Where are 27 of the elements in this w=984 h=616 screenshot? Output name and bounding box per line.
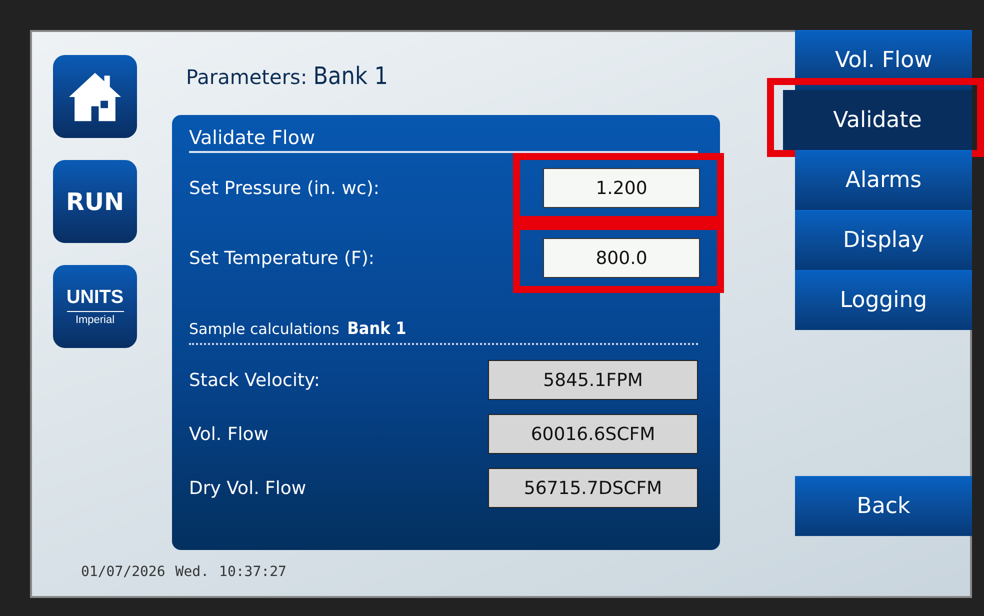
- side-tab[interactable]: Validate: [783, 90, 972, 150]
- value-display: 56715.7DSCFM: [488, 468, 698, 508]
- input-field[interactable]: 800.0: [543, 238, 700, 278]
- date-text: 01/07/2026: [81, 564, 166, 580]
- panel-heading: Validate Flow: [189, 127, 698, 153]
- field-label: Vol. Flow: [189, 424, 268, 444]
- weekday-text: Wed.: [175, 564, 210, 580]
- bank-label: Bank 1: [313, 62, 388, 90]
- home-button[interactable]: [53, 55, 137, 138]
- back-button[interactable]: Back: [795, 476, 972, 536]
- time-text: 10:37:27: [219, 564, 286, 580]
- field-label: Stack Velocity:: [189, 370, 320, 390]
- field-label: Set Pressure (in. wc):: [189, 178, 380, 198]
- value-display: 60016.6SCFM: [488, 414, 698, 454]
- home-icon: [67, 70, 123, 122]
- side-tab[interactable]: Alarms: [795, 150, 972, 210]
- field-label: Dry Vol. Flow: [189, 478, 306, 498]
- side-tab[interactable]: Display: [795, 210, 972, 270]
- value-display: 5845.1FPM: [488, 360, 698, 400]
- screen-title: Parameters:: [186, 65, 308, 89]
- section-label: Sample calculations: [189, 320, 340, 338]
- run-button[interactable]: RUN: [53, 160, 137, 243]
- input-field[interactable]: 1.200: [543, 168, 700, 208]
- field-label: Set Temperature (F):: [189, 248, 374, 268]
- units-button[interactable]: UNITS Imperial: [53, 265, 137, 348]
- bank-label: Bank 1: [347, 319, 406, 339]
- side-tab[interactable]: Logging: [795, 270, 972, 330]
